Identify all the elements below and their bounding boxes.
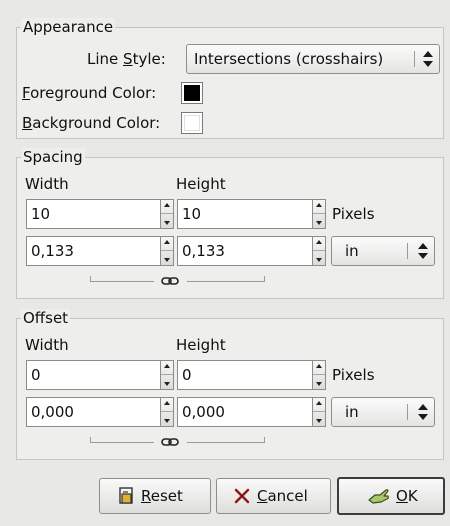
spacing-height-in-field[interactable]: 0,133 <box>177 236 312 266</box>
spacing-width-px-field[interactable]: 10 <box>26 199 160 229</box>
ok-button[interactable]: OK <box>337 477 445 515</box>
offset-width-label: Width <box>25 336 69 354</box>
reset-button[interactable]: Reset <box>99 478 211 514</box>
spacing-unit-combo[interactable]: in <box>331 236 435 266</box>
chain-line-left <box>90 281 154 282</box>
reset-icon <box>119 487 133 504</box>
spacing-width-in-spinner[interactable]: 0,133 <box>26 236 174 266</box>
cancel-x-icon <box>234 488 250 504</box>
spin-buttons[interactable] <box>160 199 174 229</box>
spin-buttons[interactable] <box>160 360 174 390</box>
spacing-height-in-spinner[interactable]: 0,133 <box>177 236 326 266</box>
spin-buttons[interactable] <box>160 397 174 427</box>
cancel-label: Cancel <box>257 487 308 505</box>
offset-height-in-spinner[interactable]: 0,000 <box>177 397 326 427</box>
offset-height-label: Height <box>176 336 226 354</box>
offset-unit-combo[interactable]: in <box>331 397 435 427</box>
spacing-width-in-field[interactable]: 0,133 <box>26 236 160 266</box>
foreground-swatch <box>184 85 200 101</box>
spacing-width-px-value: 10 <box>31 205 51 223</box>
offset-frame: Offset Width Height 0 0 Pixels 0,000 0,0… <box>16 309 444 460</box>
combo-separator <box>407 243 408 259</box>
spacing-width-px-spinner[interactable]: 10 <box>26 199 174 229</box>
chain-bracket-right <box>264 437 265 442</box>
reset-label: Reset <box>141 487 183 505</box>
background-color-button[interactable] <box>181 112 203 134</box>
spacing-height-in-value: 0,133 <box>182 242 225 260</box>
chain-link-icon[interactable] <box>161 276 179 286</box>
background-color-label: Background Color: <box>22 114 161 132</box>
updown-arrows-icon <box>418 243 428 259</box>
spacing-legend: Spacing <box>21 148 85 166</box>
updown-arrows-icon <box>418 404 428 420</box>
chain-bracket-right <box>264 276 265 281</box>
spacing-width-in-value: 0,133 <box>31 242 74 260</box>
spin-buttons[interactable] <box>312 236 326 266</box>
offset-height-px-spinner[interactable]: 0 <box>177 360 326 390</box>
spacing-height-px-spinner[interactable]: 10 <box>177 199 326 229</box>
combo-separator <box>407 404 408 420</box>
offset-width-px-field[interactable]: 0 <box>26 360 160 390</box>
chain-line-right <box>187 442 265 443</box>
offset-pixels-label: Pixels <box>332 366 375 384</box>
appearance-frame: Appearance Line Style: Intersections (cr… <box>16 18 444 139</box>
offset-width-in-spinner[interactable]: 0,000 <box>26 397 174 427</box>
offset-height-in-field[interactable]: 0,000 <box>177 397 312 427</box>
foreground-color-button[interactable] <box>181 82 203 104</box>
offset-legend: Offset <box>21 309 71 327</box>
spin-buttons[interactable] <box>160 236 174 266</box>
line-style-value: Intersections (crosshairs) <box>194 50 384 68</box>
spacing-unit-value: in <box>345 242 359 260</box>
offset-width-in-value: 0,000 <box>31 403 74 421</box>
spacing-width-label: Width <box>25 175 69 193</box>
cancel-button[interactable]: Cancel <box>216 478 331 514</box>
ok-label: OK <box>396 487 418 505</box>
combo-separator <box>414 51 415 67</box>
background-swatch <box>184 115 200 131</box>
spacing-height-px-value: 10 <box>182 205 202 223</box>
spacing-height-px-field[interactable]: 10 <box>177 199 312 229</box>
chain-link-icon[interactable] <box>161 437 179 447</box>
offset-width-px-value: 0 <box>31 366 41 384</box>
offset-height-px-value: 0 <box>182 366 192 384</box>
offset-height-in-value: 0,000 <box>182 403 225 421</box>
spin-buttons[interactable] <box>312 397 326 427</box>
line-style-combo[interactable]: Intersections (crosshairs) <box>186 44 440 74</box>
spin-buttons[interactable] <box>312 360 326 390</box>
offset-width-in-field[interactable]: 0,000 <box>26 397 160 427</box>
spacing-pixels-label: Pixels <box>332 205 375 223</box>
offset-unit-value: in <box>345 403 359 421</box>
line-style-label: Line Style: <box>87 50 166 68</box>
foreground-color-label: Foreground Color: <box>22 84 157 102</box>
spacing-frame: Spacing Width Height 10 10 Pixels 0,133 … <box>16 148 444 299</box>
updown-arrows-icon <box>423 51 433 67</box>
spacing-height-label: Height <box>176 175 226 193</box>
spin-buttons[interactable] <box>312 199 326 229</box>
offset-height-px-field[interactable]: 0 <box>177 360 312 390</box>
ok-hand-icon <box>368 489 389 504</box>
chain-line-right <box>187 281 265 282</box>
offset-width-px-spinner[interactable]: 0 <box>26 360 174 390</box>
appearance-legend: Appearance <box>21 18 116 36</box>
chain-line-left <box>90 442 154 443</box>
